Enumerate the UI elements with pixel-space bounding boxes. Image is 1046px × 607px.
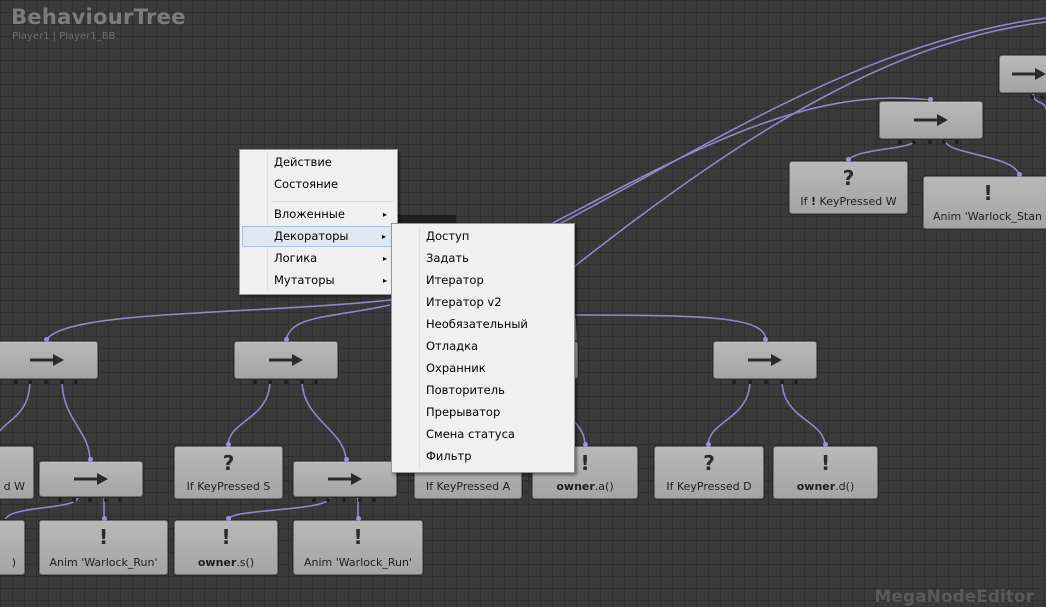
submenu-item-interrupter[interactable]: Прерыватор xyxy=(394,402,572,423)
submenu-item-iterator[interactable]: Итератор xyxy=(394,270,572,291)
menu-item-decorators[interactable]: Декораторы ▸ xyxy=(242,226,395,247)
condition-node-if-s[interactable]: ? If KeyPressed S xyxy=(174,446,283,499)
action-node-anim-run[interactable]: ! Anim 'Warlock_Run' xyxy=(293,520,423,575)
menu-item-action[interactable]: Действие xyxy=(242,152,395,173)
condition-node-if-w[interactable]: ? If ! KeyPressed W xyxy=(789,161,908,214)
action-node-owner-s[interactable]: ! owner.s() xyxy=(174,520,278,575)
arrow-right-icon xyxy=(269,354,303,366)
exclamation-icon: ! xyxy=(353,525,363,549)
node-label: owner.d() xyxy=(796,480,855,493)
sequence-node[interactable] xyxy=(293,461,397,497)
menu-item-mutators[interactable]: Мутаторы ▸ xyxy=(242,270,395,291)
wire xyxy=(0,379,31,433)
submenu-item-status-change[interactable]: Смена статуса xyxy=(394,424,572,445)
arrow-right-icon xyxy=(328,473,362,485)
node-label: Anim 'Warlock_Run' xyxy=(303,556,413,569)
submenu-item-debug[interactable]: Отладка xyxy=(394,336,572,357)
node-label: If KeyPressed A xyxy=(425,480,511,493)
node-label: owner.a() xyxy=(556,480,614,493)
submenu-arrow-icon: ▸ xyxy=(381,232,386,241)
arrow-right-icon xyxy=(1012,68,1046,80)
submenu-item-repeater[interactable]: Повторитель xyxy=(394,380,572,401)
wire xyxy=(781,379,826,447)
arrow-right-icon xyxy=(748,354,782,366)
submenu-arrow-icon: ▸ xyxy=(382,254,387,263)
wire xyxy=(227,379,271,447)
action-node-owner-d[interactable]: ! owner.d() xyxy=(773,446,878,499)
question-icon: ? xyxy=(703,451,715,475)
arrow-right-icon xyxy=(914,114,948,126)
condition-node-if-d[interactable]: ? If KeyPressed D xyxy=(654,446,764,499)
node-label: owner.s() xyxy=(197,556,255,569)
action-node-anim-stand[interactable]: ! Anim 'Warlock_Stan xyxy=(923,176,1046,229)
sequence-node[interactable] xyxy=(39,461,143,497)
sequence-node[interactable] xyxy=(879,101,983,139)
submenu-item-guard[interactable]: Охранник xyxy=(394,358,572,379)
node-label: If KeyPressed D xyxy=(666,480,752,493)
action-node-anim-run[interactable]: ! Anim 'Warlock_Run' xyxy=(39,520,168,575)
wire xyxy=(574,317,577,342)
node-label: ) xyxy=(11,556,16,569)
exclamation-icon: ! xyxy=(983,181,993,205)
submenu-item-iterator-v2[interactable]: Итератор v2 xyxy=(394,292,572,313)
submenu-item-access[interactable]: Доступ xyxy=(394,226,572,247)
sequence-node[interactable] xyxy=(999,55,1046,93)
question-icon: ? xyxy=(222,451,235,475)
wire xyxy=(4,496,79,521)
sequence-node[interactable] xyxy=(713,341,817,379)
exclamation-icon: ! xyxy=(221,525,231,549)
wire xyxy=(61,379,91,462)
submenu-item-filter[interactable]: Фильтр xyxy=(394,446,572,467)
node-label: If KeyPressed S xyxy=(186,480,271,493)
wire xyxy=(574,314,767,342)
context-menu: Действие Состояние Вложенные ▸ Декораторы… xyxy=(239,149,398,295)
wire xyxy=(847,139,916,163)
action-node-left-partial[interactable]: ) xyxy=(0,520,25,575)
submenu-item-set[interactable]: Задать xyxy=(394,248,572,269)
menu-item-logic[interactable]: Логика ▸ xyxy=(242,248,395,269)
graph-canvas[interactable]: BehaviourTree Player1 | Player1_BB MegaN… xyxy=(0,0,1046,607)
decorators-submenu: Доступ Задать Итератор Итератор v2 Необя… xyxy=(391,223,575,473)
wire xyxy=(301,379,347,462)
arrow-right-icon xyxy=(74,473,108,485)
condition-node-left-w[interactable]: d W xyxy=(0,446,34,499)
exclamation-icon: ! xyxy=(98,525,109,549)
node-label: Anim 'Warlock_Stan xyxy=(933,210,1042,223)
exclamation-icon: ! xyxy=(820,451,831,475)
node-label: d W xyxy=(3,480,25,493)
wire xyxy=(944,139,1020,177)
question-icon: ? xyxy=(842,166,855,190)
submenu-item-optional[interactable]: Необязательный xyxy=(394,314,572,335)
sequence-node[interactable] xyxy=(0,341,98,379)
submenu-arrow-icon: ▸ xyxy=(382,276,387,285)
menu-item-nested[interactable]: Вложенные ▸ xyxy=(242,204,395,225)
wire xyxy=(569,21,1046,271)
wire xyxy=(45,299,391,342)
wire xyxy=(707,379,751,447)
submenu-arrow-icon: ▸ xyxy=(382,210,387,219)
wire xyxy=(285,304,391,342)
node-label: Anim 'Warlock_Run' xyxy=(49,556,158,569)
node-label: If ! KeyPressed W xyxy=(800,195,897,208)
menu-item-state[interactable]: Состояние xyxy=(242,174,395,195)
arrow-right-icon xyxy=(29,354,64,366)
sequence-node[interactable] xyxy=(234,341,338,379)
